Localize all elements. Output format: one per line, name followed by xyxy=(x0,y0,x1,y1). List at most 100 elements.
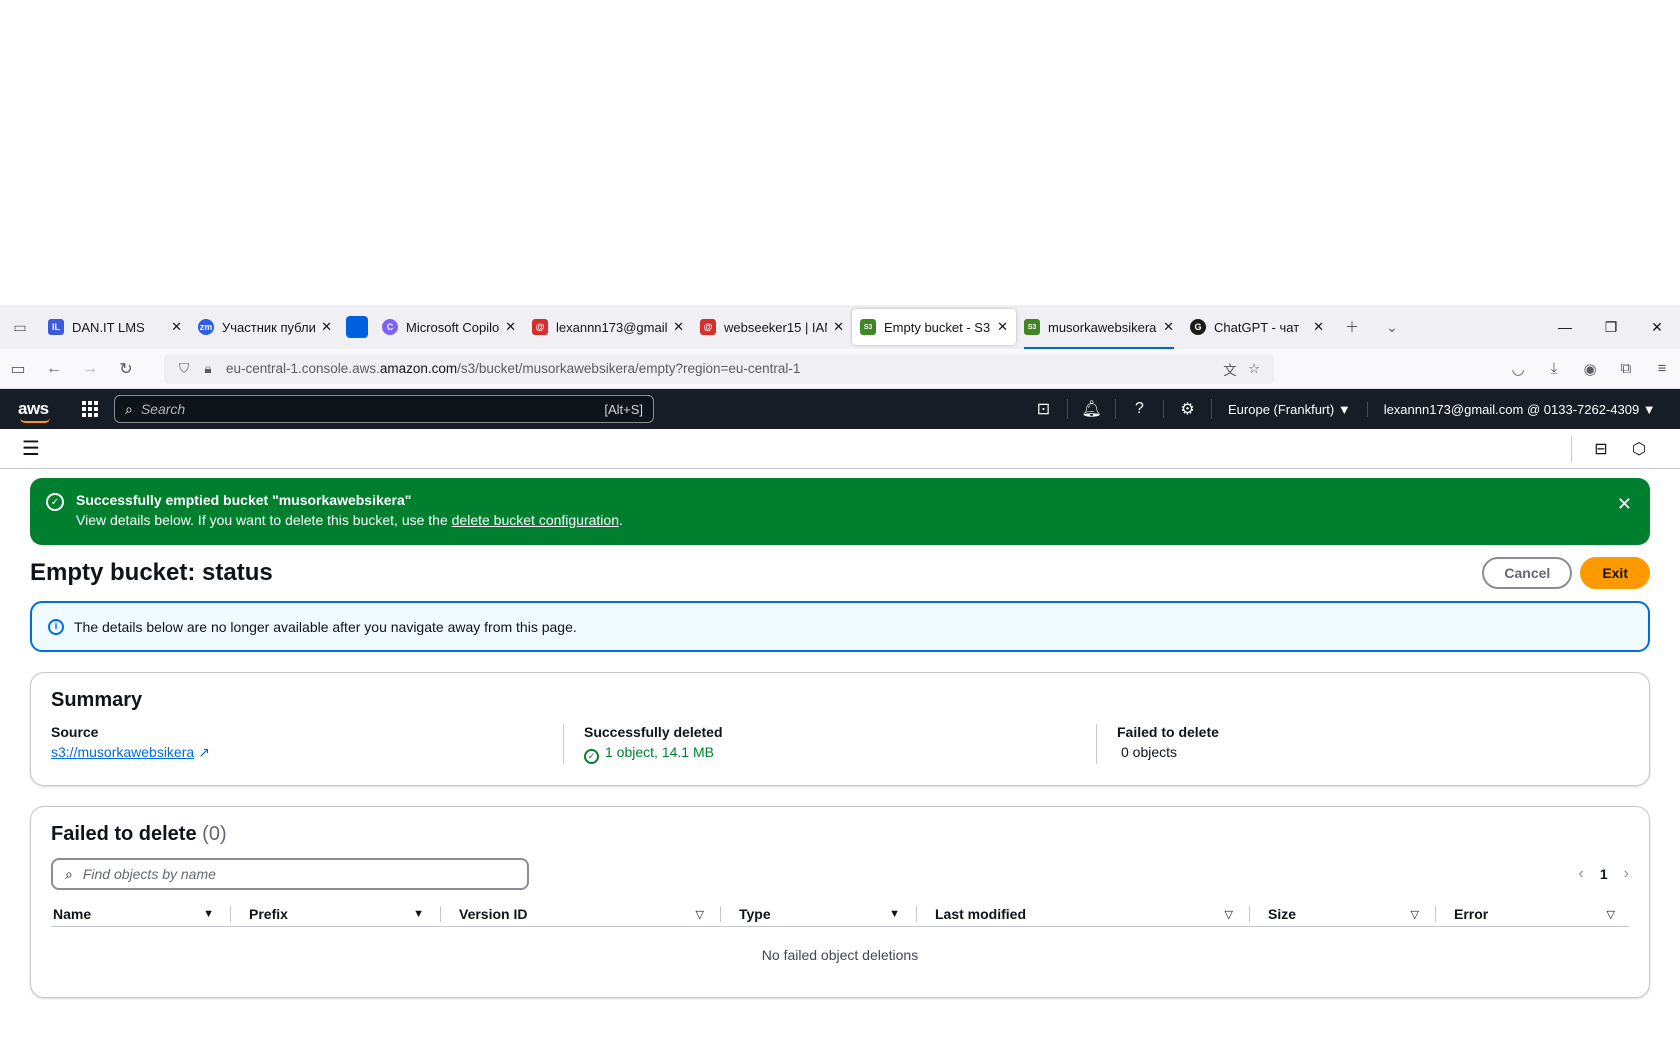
close-tab-icon[interactable]: ✕ xyxy=(1313,319,1324,335)
divider xyxy=(1571,435,1572,462)
failed-label: Failed to delete xyxy=(1117,724,1219,740)
services-grid-icon[interactable] xyxy=(82,401,98,417)
url-bar[interactable]: ⛉ 🔒︎ eu-central-1.console.aws.amazon.com… xyxy=(164,353,1274,384)
region-selector[interactable]: Europe (Frankfurt) ▼ xyxy=(1212,401,1368,417)
failed-heading: Failed to delete (0) xyxy=(51,823,227,845)
next-page-icon[interactable]: › xyxy=(1624,865,1629,883)
col-version-id[interactable]: Version ID ▽ xyxy=(441,898,721,927)
close-tab-icon[interactable]: ✕ xyxy=(997,319,1008,335)
close-tab-icon[interactable]: ✕ xyxy=(833,319,844,335)
browser-nav-bar: ▭ ← → ↻ ⛉ 🔒︎ eu-central-1.console.aws.am… xyxy=(0,349,1680,389)
cloudshell-icon[interactable]: ⊡ xyxy=(1020,399,1068,419)
favicon-icon: S3 xyxy=(860,319,876,335)
aws-logo[interactable]: aws xyxy=(18,399,52,423)
close-tab-icon[interactable]: ✕ xyxy=(321,319,332,335)
side-panel-icon[interactable]: ⊟ xyxy=(1582,439,1620,459)
aws-search-input[interactable]: ⌕ Search [Alt+S] xyxy=(114,395,654,423)
dismiss-icon[interactable]: ✕ xyxy=(1617,494,1632,515)
close-tab-icon[interactable]: ✕ xyxy=(673,319,684,335)
minimize-icon[interactable]: — xyxy=(1542,305,1588,349)
col-error[interactable]: Error ▽ xyxy=(1436,898,1629,927)
col-prefix[interactable]: Prefix ▼ xyxy=(231,898,441,927)
close-tab-icon[interactable]: ✕ xyxy=(1163,319,1174,335)
tab-title: Microsoft Copilot: ва xyxy=(406,319,500,335)
account-menu[interactable]: lexannn173@gmail.com @ 0133-7262-4309 ▼ xyxy=(1368,402,1672,417)
tab-title: DAN.IT LMS xyxy=(72,319,145,335)
notifications-bell-icon[interactable]: 🔔︎ xyxy=(1068,399,1116,419)
forward-icon[interactable]: → xyxy=(72,349,108,389)
tab-musorkawebsikera[interactable]: S3 musorkawebsikera - ✕ xyxy=(1016,309,1182,349)
sidebar-toggle-icon[interactable]: ▭ xyxy=(0,349,36,389)
new-tab-icon[interactable]: ＋ xyxy=(1332,305,1372,349)
deleted-value: 1 object, 14.1 MB xyxy=(605,744,714,760)
col-size[interactable]: Size ▽ xyxy=(1250,898,1436,927)
reload-icon[interactable]: ↻ xyxy=(108,349,144,389)
search-icon: ⌕ xyxy=(65,865,73,882)
tab-list-chevron-icon[interactable]: ⌄ xyxy=(1372,305,1412,349)
pinned-tab[interactable] xyxy=(346,316,368,338)
bookmark-star-icon[interactable]: ☆ xyxy=(1242,361,1266,377)
sort-icon[interactable]: ▽ xyxy=(1225,908,1247,921)
window-controls: — ❐ ✕ xyxy=(1542,305,1680,349)
restore-icon[interactable]: ❐ xyxy=(1588,305,1634,349)
find-placeholder: Find objects by name xyxy=(82,866,216,882)
close-window-icon[interactable]: ✕ xyxy=(1634,305,1680,349)
q-assistant-icon[interactable]: ⬡ xyxy=(1620,439,1658,459)
translate-icon[interactable]: 文 xyxy=(1218,359,1242,379)
deleted-column: Successfully deleted ✓ 1 object, 14.1 MB xyxy=(563,724,1096,764)
main-content: ✓ Successfully emptied bucket "musorkawe… xyxy=(0,478,1680,998)
close-tab-icon[interactable]: ✕ xyxy=(505,319,516,335)
download-icon[interactable]: ⤓ xyxy=(1536,349,1572,389)
sort-icon[interactable]: ▼ xyxy=(889,908,914,920)
sort-icon[interactable]: ▼ xyxy=(203,908,228,920)
delete-bucket-config-link[interactable]: delete bucket configuration xyxy=(452,512,619,528)
exit-button[interactable]: Exit xyxy=(1580,557,1650,589)
sort-icon[interactable]: ▽ xyxy=(696,908,718,921)
tab-chatgpt[interactable]: G ChatGPT - чат ✕ xyxy=(1182,309,1332,345)
tab-zm[interactable]: zm Участник публикаци ✕ xyxy=(190,309,340,345)
close-tab-icon[interactable]: ✕ xyxy=(171,319,182,335)
tab-title: webseeker15 | IAM | xyxy=(724,319,827,335)
sort-icon[interactable]: ▽ xyxy=(1607,908,1629,921)
prev-page-icon[interactable]: ‹ xyxy=(1579,865,1584,883)
settings-gear-icon[interactable]: ⚙ xyxy=(1164,399,1212,419)
col-name[interactable]: Name ▼ xyxy=(51,898,231,927)
help-icon[interactable]: ? xyxy=(1116,400,1164,418)
deleted-label: Successfully deleted xyxy=(584,724,723,740)
failed-objects-table: Name ▼ Prefix ▼ Version ID ▽ Type ▼ Last mod… xyxy=(51,898,1629,963)
account-icon[interactable]: ◉ xyxy=(1572,349,1608,389)
col-type[interactable]: Type ▼ xyxy=(721,898,917,927)
empty-state: No failed object deletions xyxy=(761,947,919,963)
tab-dan-it[interactable]: IL DAN.IT LMS ✕ xyxy=(40,309,190,345)
cancel-button[interactable]: Cancel xyxy=(1482,557,1573,589)
summary-heading: Summary xyxy=(51,689,143,711)
favicon-icon: @ xyxy=(700,319,716,335)
tab-copilot[interactable]: C Microsoft Copilot: ва ✕ xyxy=(374,309,524,345)
page-number[interactable]: 1 xyxy=(1600,866,1608,882)
sort-icon[interactable]: ▼ xyxy=(413,908,438,920)
pocket-icon[interactable]: ◡ xyxy=(1500,349,1536,389)
find-objects-input[interactable]: ⌕ Find objects by name xyxy=(51,858,529,890)
lock-icon[interactable]: 🔒︎ xyxy=(196,361,220,377)
menu-icon[interactable]: ≡ xyxy=(1644,349,1680,389)
success-check-icon: ✓ xyxy=(46,493,64,511)
source-link[interactable]: s3://musorkawebsikera xyxy=(51,744,194,760)
flash-title: Successfully emptied bucket "musorkawebs… xyxy=(76,492,412,508)
page-title: Empty bucket: status xyxy=(30,559,273,586)
url-text[interactable]: eu-central-1.console.aws.amazon.com/s3/b… xyxy=(226,361,1218,376)
info-alert: i The details below are no longer availa… xyxy=(30,601,1650,652)
source-label: Source xyxy=(51,724,99,740)
back-icon[interactable]: ← xyxy=(36,349,72,389)
hamburger-menu-icon[interactable]: ☰ xyxy=(22,436,40,461)
tab-iam[interactable]: @ webseeker15 | IAM | ✕ xyxy=(692,309,852,345)
tab-gmail[interactable]: @ lexannn173@gmail.c ✕ xyxy=(524,309,692,345)
shield-icon[interactable]: ⛉ xyxy=(172,361,196,377)
extensions-icon[interactable]: ⧉ xyxy=(1608,349,1644,389)
tab-empty-bucket[interactable]: S3 Empty bucket - S3 bu ✕ xyxy=(852,309,1016,345)
success-check-icon: ✓ xyxy=(584,749,599,764)
blank-area xyxy=(0,0,1680,305)
sort-icon[interactable]: ▽ xyxy=(1411,908,1433,921)
col-last-modified[interactable]: Last modified ▽ xyxy=(917,898,1250,927)
external-link-icon[interactable]: ↗ xyxy=(198,744,210,760)
tab-groups-icon[interactable]: ▭ xyxy=(0,305,40,349)
